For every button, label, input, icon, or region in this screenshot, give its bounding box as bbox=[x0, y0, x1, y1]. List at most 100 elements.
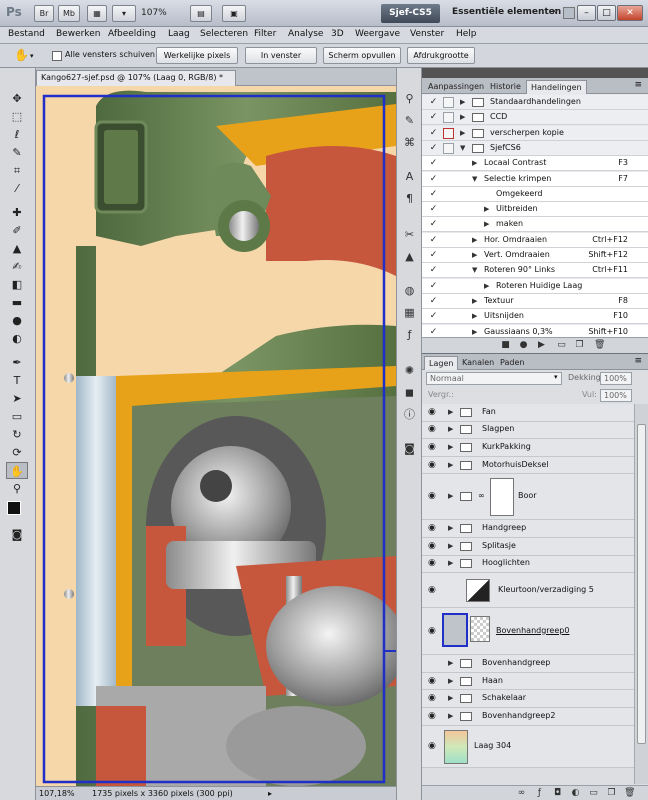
toggle-checkmark-icon[interactable]: ✓ bbox=[428, 249, 439, 261]
status-menu-arrow-icon[interactable]: ▸ bbox=[268, 787, 272, 800]
history-brush-icon[interactable]: ✍ bbox=[6, 258, 28, 275]
toggle-checkmark-icon[interactable]: ✓ bbox=[428, 295, 439, 307]
visibility-eye-icon[interactable]: ◉ bbox=[428, 407, 436, 417]
visibility-eye-icon[interactable]: ◉ bbox=[428, 676, 436, 686]
layer-style-icon[interactable]: ƒ bbox=[534, 788, 545, 799]
toggle-checkmark-icon[interactable]: ✓ bbox=[428, 234, 439, 246]
minimize-button[interactable]: – bbox=[577, 5, 596, 21]
double-chevron-icon[interactable]: » bbox=[552, 6, 558, 17]
chevron-down-icon[interactable]: ▾ bbox=[554, 373, 558, 381]
hand-tool-icon[interactable]: ✋ bbox=[6, 462, 28, 479]
fill-input[interactable]: 100% bbox=[600, 389, 632, 402]
visibility-eye-icon[interactable]: ◉ bbox=[428, 741, 436, 751]
visibility-eye-icon[interactable]: ◉ bbox=[428, 460, 436, 470]
link-layers-icon[interactable]: ∞ bbox=[516, 788, 527, 799]
eyedropper-tool-icon[interactable]: ⁄ bbox=[6, 180, 28, 197]
hand-zoom-button[interactable]: ▾ bbox=[112, 5, 136, 22]
tools-presets-icon[interactable]: ✂ bbox=[401, 226, 418, 243]
disclosure-triangle-icon[interactable]: ▶ bbox=[460, 110, 465, 124]
lasso-tool-icon[interactable]: ℓ bbox=[6, 126, 28, 143]
disclosure-triangle-icon[interactable]: ▶ bbox=[460, 126, 465, 140]
toggle-checkmark-icon[interactable]: ✓ bbox=[428, 203, 439, 215]
disclosure-triangle-icon[interactable]: ▶ bbox=[448, 694, 453, 702]
panel-menu-icon[interactable]: ≡ bbox=[634, 80, 642, 90]
disclosure-triangle-icon[interactable]: ▶ bbox=[448, 408, 453, 416]
toggle-checkmark-icon[interactable]: ✓ bbox=[428, 173, 439, 185]
layer-row[interactable]: ◉ Bovenhandgreep0 bbox=[422, 608, 634, 656]
disclosure-triangle-icon[interactable]: ▼ bbox=[460, 141, 465, 155]
toggle-checkmark-icon[interactable]: ✓ bbox=[428, 326, 439, 338]
trash-icon[interactable]: 🗑 bbox=[594, 340, 605, 351]
menu-layer[interactable]: Laag bbox=[168, 29, 190, 39]
layer-row[interactable]: ◉ ▶ ∞ Boor bbox=[422, 474, 634, 521]
visibility-eye-icon[interactable]: ◉ bbox=[428, 541, 436, 551]
toggle-checkmark-icon[interactable]: ✓ bbox=[428, 310, 439, 322]
disclosure-triangle-icon[interactable]: ▶ bbox=[484, 217, 489, 231]
layer-row[interactable]: ◉ ▶ Hooglichten bbox=[422, 555, 634, 574]
healing-brush-icon[interactable]: ✚ bbox=[6, 204, 28, 221]
dialog-toggle[interactable] bbox=[443, 142, 454, 154]
dodge-tool-icon[interactable]: ◐ bbox=[6, 330, 28, 347]
stop-icon[interactable]: ■ bbox=[500, 340, 511, 351]
trash-icon[interactable]: 🗑 bbox=[624, 788, 635, 799]
layer-row[interactable]: ◉ ▶ Schakelaar bbox=[422, 690, 634, 708]
disclosure-triangle-icon[interactable]: ▶ bbox=[448, 677, 453, 685]
disclosure-triangle-icon[interactable]: ▶ bbox=[448, 425, 453, 433]
toggle-checkmark-icon[interactable]: ✓ bbox=[428, 111, 439, 123]
toggle-checkmark-icon[interactable]: ✓ bbox=[428, 280, 439, 292]
visibility-eye-icon[interactable]: ◉ bbox=[428, 693, 436, 703]
action-row[interactable]: ✓ ▶ Vert. Omdraaien Shift+F12 bbox=[422, 248, 648, 263]
blur-tool-icon[interactable]: ● bbox=[6, 312, 28, 329]
styles-icon[interactable]: ƒ bbox=[401, 326, 418, 343]
disclosure-triangle-icon[interactable]: ▶ bbox=[484, 279, 489, 293]
record-icon[interactable]: ● bbox=[518, 340, 529, 351]
layer-row[interactable]: ◉ Laag 304 bbox=[422, 725, 634, 768]
menu-select[interactable]: Selecteren bbox=[200, 29, 248, 39]
paragraph-icon[interactable]: ¶ bbox=[401, 190, 418, 207]
new-action-icon[interactable]: ❐ bbox=[574, 340, 585, 351]
pen-tool-icon[interactable]: ✒ bbox=[6, 354, 28, 371]
action-step-row[interactable]: ✓ ▶ maken bbox=[422, 217, 648, 233]
disclosure-triangle-icon[interactable]: ▶ bbox=[448, 542, 453, 550]
toggle-checkmark-icon[interactable]: ✓ bbox=[428, 188, 439, 200]
action-step-row[interactable]: ✓ ▶ Uitbreiden bbox=[422, 202, 648, 218]
info-icon[interactable]: ⓘ bbox=[401, 406, 418, 423]
new-set-icon[interactable]: ▭ bbox=[556, 340, 567, 351]
action-row[interactable]: ✓ ▶ Locaal Contrast F3 bbox=[422, 156, 648, 172]
histogram-icon[interactable]: ◼ bbox=[401, 384, 418, 401]
scroll-thumb[interactable] bbox=[637, 424, 646, 744]
restore-button[interactable]: □ bbox=[597, 5, 616, 21]
brushes-icon[interactable]: ▲ bbox=[401, 248, 418, 265]
visibility-eye-icon[interactable]: ◉ bbox=[428, 558, 436, 568]
zoom-tool-icon[interactable]: ⚲ bbox=[6, 480, 28, 497]
tab-adjustments[interactable]: Aanpassingen bbox=[424, 80, 488, 94]
panel-menu-icon[interactable]: ≡ bbox=[634, 356, 642, 366]
disclosure-triangle-icon[interactable]: ▶ bbox=[472, 233, 477, 247]
disclosure-triangle-icon[interactable]: ▶ bbox=[472, 156, 477, 170]
layer-row[interactable]: ◉ ▶ Fan bbox=[422, 404, 634, 422]
toggle-checkmark-icon[interactable]: ✓ bbox=[428, 218, 439, 230]
toggle-checkmark-icon[interactable]: ✓ bbox=[428, 157, 439, 169]
new-layer-icon[interactable]: ❐ bbox=[606, 788, 617, 799]
play-icon[interactable]: ▶ bbox=[536, 340, 547, 351]
opacity-input[interactable]: 100% bbox=[600, 372, 632, 385]
layer-row[interactable]: ◉ Kleurtoon/verzadiging 5 bbox=[422, 573, 634, 609]
toggle-checkmark-icon[interactable]: ✓ bbox=[428, 142, 439, 154]
new-group-icon[interactable]: ▭ bbox=[588, 788, 599, 799]
print-size-button[interactable]: Afdrukgrootte bbox=[407, 47, 475, 64]
swatches-icon[interactable]: ▦ bbox=[401, 304, 418, 321]
visibility-eye-icon[interactable]: ◉ bbox=[428, 523, 436, 533]
action-set-row[interactable]: ✓ ▶ CCD bbox=[422, 110, 648, 126]
dialog-toggle[interactable] bbox=[443, 112, 454, 124]
disclosure-triangle-icon[interactable]: ▼ bbox=[472, 172, 477, 186]
menu-image[interactable]: Afbeelding bbox=[108, 29, 156, 39]
disclosure-triangle-icon[interactable]: ▶ bbox=[460, 95, 465, 109]
foreground-color-swatch[interactable] bbox=[7, 501, 21, 515]
tab-layers[interactable]: Lagen bbox=[424, 356, 459, 370]
type-tool-icon[interactable]: T bbox=[6, 372, 28, 389]
disclosure-triangle-icon[interactable]: ▶ bbox=[448, 524, 453, 532]
path-select-tool-icon[interactable]: ➤ bbox=[6, 390, 28, 407]
tab-channels[interactable]: Kanalen bbox=[458, 356, 498, 370]
visibility-eye-icon[interactable]: ◉ bbox=[428, 626, 436, 636]
action-row[interactable]: ✓ ▶ Hor. Omdraaien Ctrl+F12 bbox=[422, 232, 648, 248]
